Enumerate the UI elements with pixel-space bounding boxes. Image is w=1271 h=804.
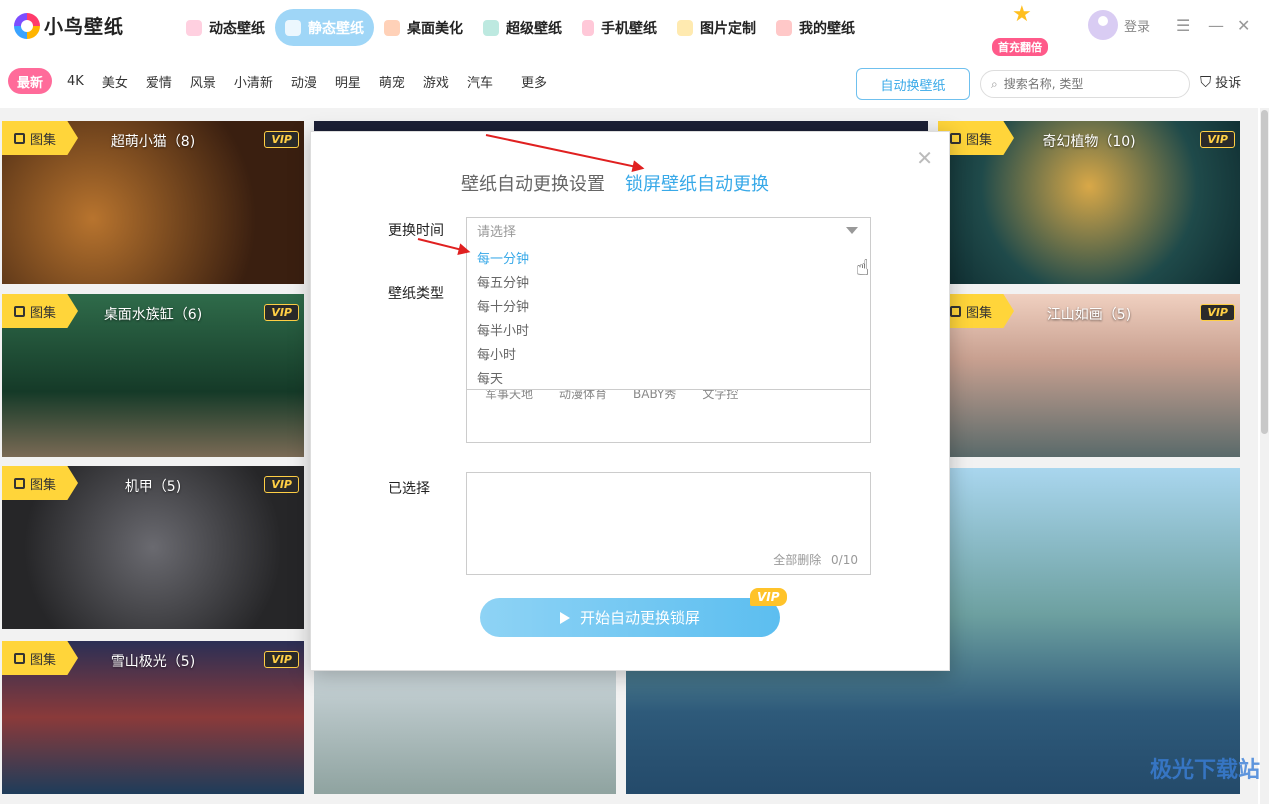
search-box[interactable]: ⌕ bbox=[980, 70, 1190, 98]
video-icon bbox=[186, 19, 202, 36]
cat-beauty[interactable]: 美女 bbox=[93, 68, 137, 94]
scrollbar-thumb[interactable] bbox=[1261, 110, 1268, 434]
interval-label: 更换时间 bbox=[388, 223, 444, 239]
wallpaper-card[interactable] bbox=[314, 671, 616, 794]
vip-badge: VIP bbox=[264, 476, 299, 493]
cat-star[interactable]: 明星 bbox=[326, 68, 370, 94]
vip-badge: VIP bbox=[1200, 304, 1235, 321]
vip-badge: VIP bbox=[1200, 131, 1235, 148]
report-link[interactable]: ⛉ 投诉 bbox=[1200, 72, 1241, 92]
app-name: 小鸟壁纸 bbox=[44, 16, 125, 38]
dialog-tabs: 壁纸自动更换设置 锁屏壁纸自动更换 bbox=[461, 170, 769, 196]
diy-icon bbox=[677, 19, 693, 36]
chevron-down-icon bbox=[846, 227, 858, 234]
category-bar: 最新 4K 美女 爱情 风景 小清新 动漫 明星 萌宠 游戏 汽车 更多 bbox=[8, 68, 556, 94]
login-area[interactable]: 登录 bbox=[1088, 10, 1150, 40]
nav-my-wallpaper[interactable]: 我的壁纸 bbox=[766, 9, 865, 46]
selected-label: 已选择 bbox=[388, 481, 430, 497]
auto-switch-dialog: 壁纸自动更换设置 锁屏壁纸自动更换 ✕ 更换时间 请选择 壁纸类型 军事天地 动… bbox=[310, 131, 950, 671]
interval-option[interactable]: 每一分钟 bbox=[467, 248, 870, 272]
user-icon bbox=[776, 19, 792, 36]
cat-pets[interactable]: 萌宠 bbox=[370, 68, 414, 94]
minimize-icon[interactable]: — bbox=[1208, 16, 1224, 35]
main-nav: 动态壁纸 静态壁纸 桌面美化 超级壁纸 手机壁纸 图片定制 我的壁纸 bbox=[176, 9, 865, 46]
type-label: 壁纸类型 bbox=[388, 286, 444, 302]
cat-scenery[interactable]: 风景 bbox=[181, 68, 225, 94]
hand-cursor-icon: ☝ bbox=[856, 256, 870, 281]
app-logo[interactable]: 小鸟壁纸 bbox=[14, 12, 124, 39]
cat-games[interactable]: 游戏 bbox=[414, 68, 458, 94]
wallpaper-card[interactable]: 图集 雪山极光（5) VIP bbox=[2, 641, 304, 794]
search-input[interactable] bbox=[1003, 77, 1164, 91]
nav-desktop-beautify[interactable]: 桌面美化 bbox=[374, 9, 473, 46]
image-icon bbox=[285, 19, 301, 36]
card-title: 雪山极光（5) bbox=[110, 654, 196, 670]
shield-icon: ⛉ bbox=[1200, 72, 1212, 91]
wallpaper-card[interactable]: 图集 超萌小猫（8) VIP bbox=[2, 121, 304, 284]
card-title: 超萌小猫（8) bbox=[110, 134, 196, 150]
wallpaper-card[interactable]: 图集 机甲（5) VIP bbox=[2, 466, 304, 629]
menu-icon[interactable]: ☰ bbox=[1176, 16, 1190, 35]
card-title: 机甲（5) bbox=[124, 479, 182, 495]
nav-image-custom[interactable]: 图片定制 bbox=[667, 9, 766, 46]
clear-all-link[interactable]: 全部删除 bbox=[773, 553, 821, 567]
nav-static-wallpaper[interactable]: 静态壁纸 bbox=[275, 9, 374, 46]
interval-option[interactable]: 每天 bbox=[467, 368, 870, 392]
interval-option[interactable]: 每小时 bbox=[467, 344, 870, 368]
cat-more[interactable]: 更多 bbox=[512, 68, 556, 94]
interval-dropdown: 每一分钟 每五分钟 每十分钟 每半小时 每小时 每天 bbox=[466, 242, 871, 390]
interval-option[interactable]: 每半小时 bbox=[467, 320, 870, 344]
wallpaper-card[interactable] bbox=[314, 121, 928, 131]
interval-option[interactable]: 每十分钟 bbox=[467, 296, 870, 320]
start-auto-lockscreen-button[interactable]: 开始自动更换锁屏 bbox=[480, 598, 780, 637]
nav-phone-wallpaper[interactable]: 手机壁纸 bbox=[572, 9, 667, 46]
card-title: 江山如画（5) bbox=[1046, 307, 1132, 323]
card-title: 桌面水族缸（6) bbox=[103, 307, 203, 323]
brush-icon bbox=[384, 19, 400, 36]
tab-wallpaper-auto[interactable]: 壁纸自动更换设置 bbox=[461, 170, 605, 196]
app-header: 小鸟壁纸 动态壁纸 静态壁纸 桌面美化 超级壁纸 手机壁纸 图片定制 我的壁纸 … bbox=[0, 0, 1271, 56]
star-wand-icon: ★ bbox=[1012, 2, 1032, 27]
cat-4k[interactable]: 4K bbox=[58, 68, 93, 94]
wallpaper-card[interactable]: 图集 江山如画（5) VIP bbox=[938, 294, 1240, 457]
wallpaper-card[interactable]: 图集 奇幻植物（10) VIP bbox=[938, 121, 1240, 284]
star-icon bbox=[483, 19, 499, 36]
interval-select[interactable]: 请选择 bbox=[466, 217, 871, 243]
cat-love[interactable]: 爱情 bbox=[137, 68, 181, 94]
nav-dynamic-wallpaper[interactable]: 动态壁纸 bbox=[176, 9, 275, 46]
cat-latest[interactable]: 最新 bbox=[8, 68, 53, 94]
selected-footer: 全部删除 0/10 bbox=[773, 551, 858, 568]
phone-icon bbox=[582, 19, 594, 36]
cat-anime[interactable]: 动漫 bbox=[282, 68, 326, 94]
card-title: 奇幻植物（10) bbox=[1042, 134, 1136, 150]
watermark-logo: 极光下载站 bbox=[1150, 758, 1261, 783]
selected-box: 全部删除 0/10 bbox=[466, 472, 871, 575]
dialog-close-icon[interactable]: ✕ bbox=[916, 146, 933, 170]
auto-switch-button[interactable]: 自动换壁纸 bbox=[856, 68, 970, 100]
avatar-icon bbox=[1088, 10, 1118, 40]
cat-fresh[interactable]: 小清新 bbox=[225, 68, 282, 94]
nav-super-wallpaper[interactable]: 超级壁纸 bbox=[473, 9, 572, 46]
wallpaper-card[interactable]: 图集 桌面水族缸（6) VIP bbox=[2, 294, 304, 457]
vip-badge: VIP bbox=[264, 304, 299, 321]
vip-badge: VIP bbox=[750, 588, 787, 606]
cat-cars[interactable]: 汽车 bbox=[458, 68, 502, 94]
vip-badge: VIP bbox=[264, 651, 299, 668]
bird-logo-icon bbox=[14, 12, 40, 39]
first-recharge-promo[interactable]: ★ 首充翻倍 bbox=[990, 2, 1062, 56]
tab-lockscreen-auto[interactable]: 锁屏壁纸自动更换 bbox=[625, 170, 769, 196]
play-icon bbox=[559, 611, 570, 624]
vip-badge: VIP bbox=[264, 131, 299, 148]
selected-count: 0/10 bbox=[831, 553, 858, 567]
search-icon: ⌕ bbox=[991, 76, 998, 91]
close-icon[interactable]: ✕ bbox=[1237, 16, 1250, 35]
login-label: 登录 bbox=[1124, 19, 1151, 35]
interval-option[interactable]: 每五分钟 bbox=[467, 272, 870, 296]
